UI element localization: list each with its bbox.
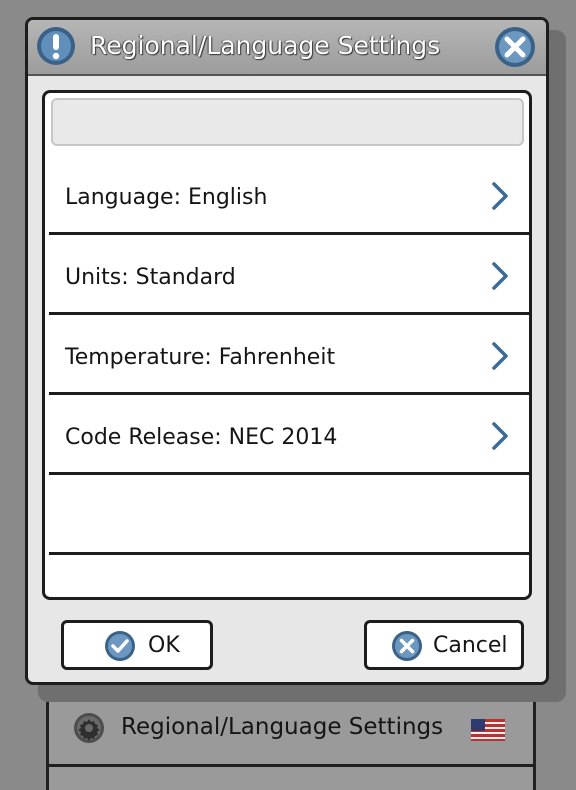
settings-list: Language: English Units: Standard Temper…	[42, 90, 532, 600]
ok-button[interactable]: OK	[61, 620, 213, 670]
background-row-regional: Regional/Language Settings	[49, 702, 533, 754]
list-item-label: Code Release: NEC 2014	[65, 425, 338, 450]
search-input[interactable]	[51, 98, 524, 146]
regional-language-dialog: Regional/Language Settings Language: Eng…	[25, 17, 549, 685]
cancel-button[interactable]: Cancel	[364, 620, 524, 670]
list-item-language[interactable]: Language: English	[49, 155, 529, 235]
cancel-button-label: Cancel	[433, 633, 508, 658]
chevron-right-icon	[492, 182, 508, 210]
list-item-code-release[interactable]: Code Release: NEC 2014	[49, 395, 529, 475]
list-item-units[interactable]: Units: Standard	[49, 235, 529, 315]
close-icon[interactable]	[494, 26, 536, 68]
dialog-titlebar: Regional/Language Settings	[28, 20, 546, 76]
list-item-label: Units: Standard	[65, 265, 236, 290]
chevron-right-icon	[492, 422, 508, 450]
check-circle-icon	[105, 631, 135, 661]
dialog-title: Regional/Language Settings	[90, 31, 441, 60]
list-item-label: Temperature: Fahrenheit	[65, 345, 336, 370]
list-item-empty	[49, 475, 529, 555]
x-circle-icon	[392, 631, 422, 661]
list-item-label: Language: English	[65, 185, 268, 210]
gear-icon	[74, 713, 104, 743]
info-alert-icon	[37, 27, 75, 65]
chevron-right-icon	[492, 342, 508, 370]
us-flag-icon	[471, 719, 505, 741]
background-row-label: Regional/Language Settings	[121, 714, 444, 740]
list-item-temperature[interactable]: Temperature: Fahrenheit	[49, 315, 529, 395]
background-divider	[49, 764, 533, 767]
ok-button-label: OK	[148, 633, 180, 658]
chevron-right-icon	[492, 262, 508, 290]
list-item-empty	[49, 555, 529, 597]
